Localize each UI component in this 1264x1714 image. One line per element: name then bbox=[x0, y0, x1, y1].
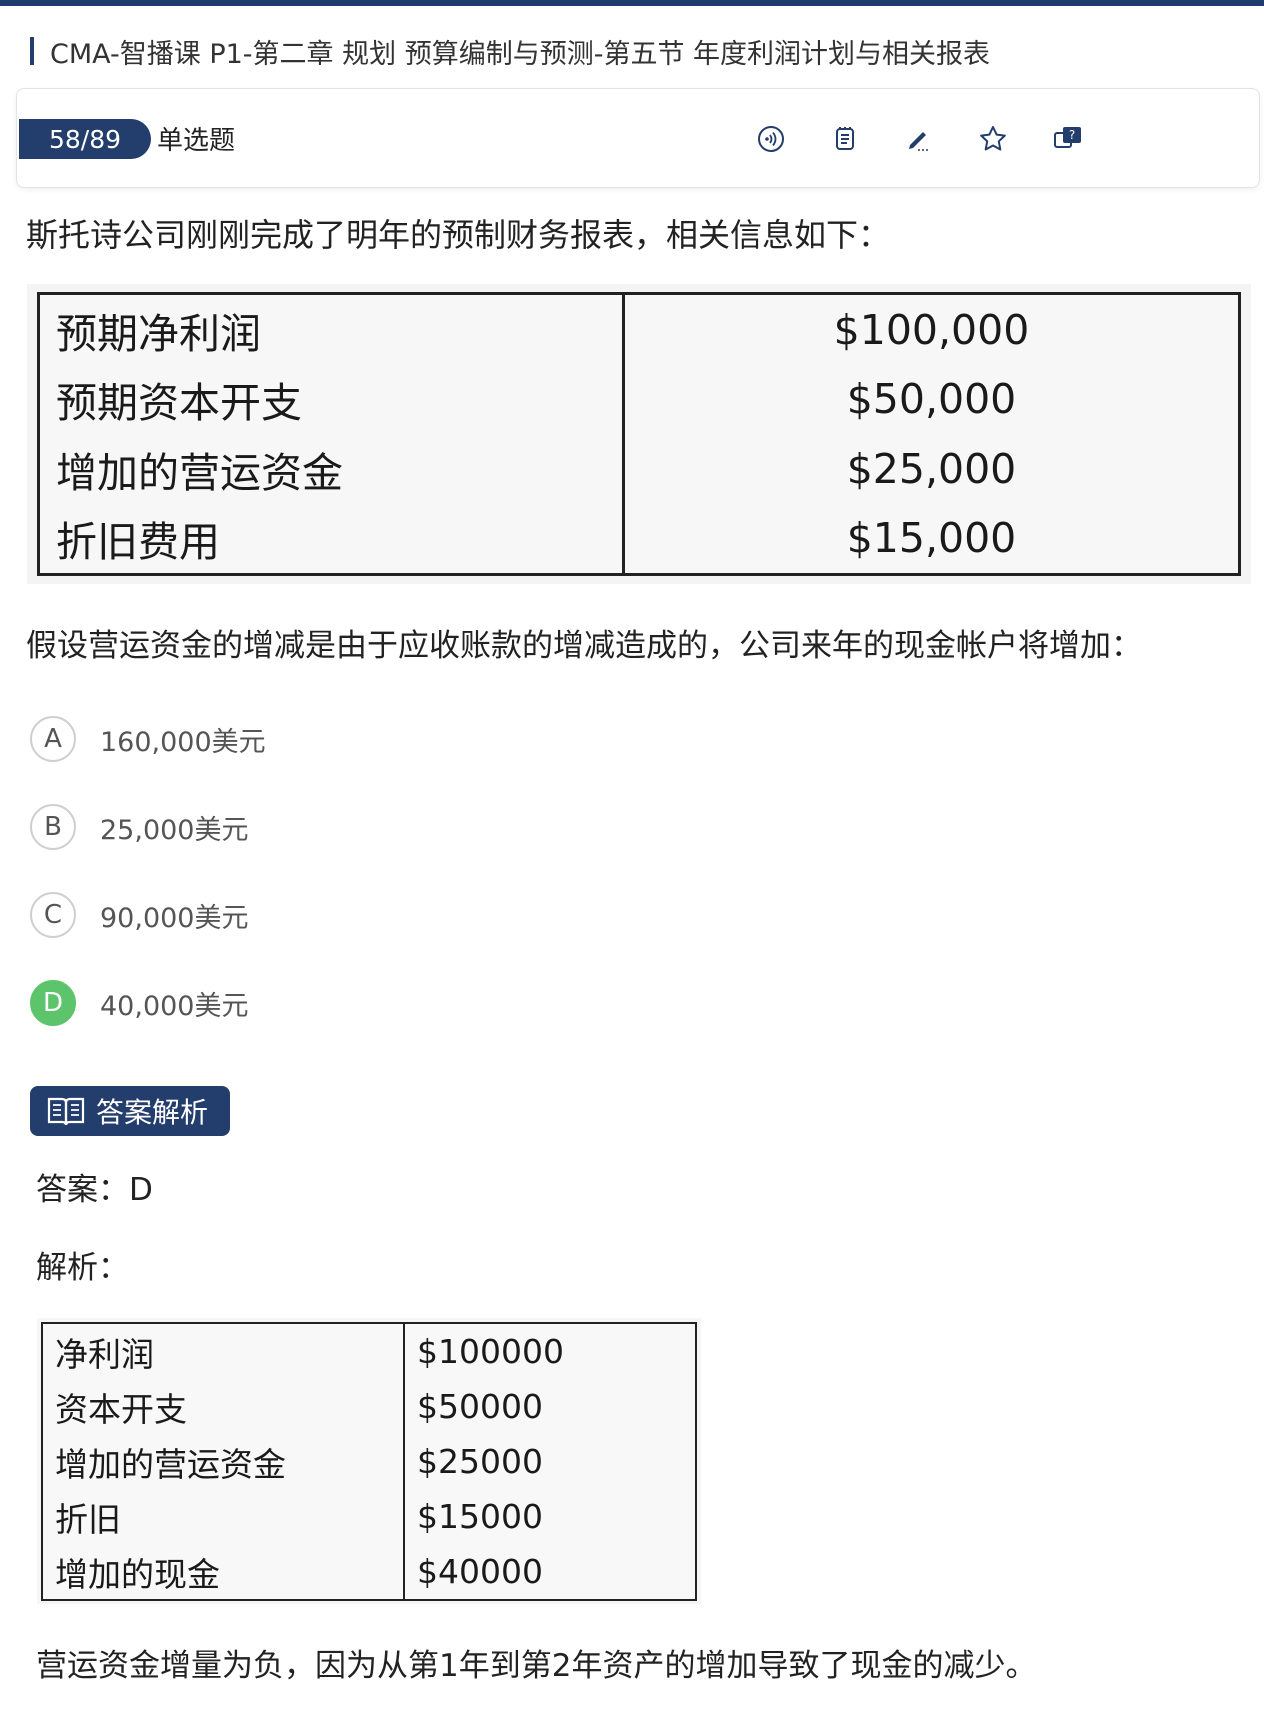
option-d[interactable]: D 40,000美元 bbox=[30, 978, 248, 1028]
table-row: 资本开支 $50000 bbox=[42, 1379, 696, 1434]
explanation-note: 营运资金增量为负，因为从第1年到第2年资产的增加导致了现金的减少。 bbox=[36, 1648, 1037, 1684]
audio-button[interactable] bbox=[751, 119, 791, 159]
table-cell-value: $100,000 bbox=[833, 305, 1030, 354]
option-c[interactable]: C 90,000美元 bbox=[30, 890, 248, 940]
option-text: 160,000美元 bbox=[100, 726, 266, 758]
table-cell-value: $50000 bbox=[417, 1387, 543, 1426]
star-icon bbox=[980, 126, 1006, 151]
question-type: 单选题 bbox=[157, 126, 236, 156]
option-letter: A bbox=[30, 716, 76, 762]
explanation-label: 解析： bbox=[36, 1250, 129, 1286]
table-cell-label: 折旧费用 bbox=[38, 503, 625, 575]
pencil-icon bbox=[909, 132, 928, 151]
table-cell-label: 净利润 bbox=[42, 1323, 405, 1379]
answer-analysis-button[interactable]: 答案解析 bbox=[30, 1086, 230, 1136]
book-icon bbox=[47, 1097, 85, 1126]
table-cell-label: 预期资本开支 bbox=[38, 364, 625, 434]
question-text: 假设营运资金的增减是由于应收账款的增减造成的，公司来年的现金帐户将增加： bbox=[26, 628, 1142, 664]
top-accent-bar bbox=[0, 0, 1264, 6]
table-cell-label: 增加的营运资金 bbox=[42, 1434, 405, 1489]
option-text: 25,000美元 bbox=[100, 814, 249, 846]
table-cell-label: 资本开支 bbox=[42, 1379, 405, 1434]
table-row: 净利润 $100000 bbox=[42, 1323, 696, 1379]
info-table-image: 预期净利润 $100,000 预期资本开支 $50,000 增加的营运资金 $2… bbox=[27, 284, 1251, 584]
favorite-button[interactable] bbox=[973, 119, 1013, 159]
explanation-table-image: 净利润 $100000 资本开支 $50000 增加的营运资金 $25000 折… bbox=[37, 1318, 701, 1604]
option-letter-correct: D bbox=[30, 980, 76, 1026]
question-stem: 斯托诗公司刚刚完成了明年的预制财务报表，相关信息如下： bbox=[26, 216, 891, 254]
table-cell-label: 增加的现金 bbox=[42, 1544, 405, 1600]
table-row: 增加的营运资金 $25,000 bbox=[38, 433, 1240, 504]
table-row: 增加的营运资金 $25000 bbox=[42, 1434, 696, 1489]
table-row: 增加的现金 $40000 bbox=[42, 1544, 696, 1600]
table-cell-value: $50,000 bbox=[846, 375, 1017, 424]
notes-button[interactable] bbox=[825, 119, 865, 159]
table-cell-value: $40000 bbox=[417, 1552, 543, 1591]
svg-text:?: ? bbox=[1069, 128, 1075, 142]
table-cell-label: 增加的营运资金 bbox=[38, 433, 625, 504]
breadcrumb-marker bbox=[30, 37, 34, 65]
question-toolbar: 58/89 单选题 ? bbox=[16, 88, 1260, 188]
table-cell-label: 折旧 bbox=[42, 1489, 405, 1544]
option-a[interactable]: A 160,000美元 bbox=[30, 714, 266, 764]
table-cell-value: $15,000 bbox=[846, 514, 1017, 563]
option-text: 90,000美元 bbox=[100, 902, 249, 934]
option-letter: B bbox=[30, 804, 76, 850]
table-cell-label: 预期净利润 bbox=[38, 293, 625, 365]
question-feedback-button[interactable]: ? bbox=[1047, 119, 1087, 159]
notes-icon bbox=[836, 127, 854, 150]
table-cell-value: $15000 bbox=[417, 1497, 543, 1536]
answer-line: 答案：D bbox=[36, 1172, 153, 1208]
table-cell-value: $25000 bbox=[417, 1442, 543, 1481]
option-b[interactable]: B 25,000美元 bbox=[30, 802, 248, 852]
pencil-button[interactable] bbox=[899, 119, 939, 159]
option-letter: C bbox=[30, 892, 76, 938]
table-row: 预期资本开支 $50,000 bbox=[38, 364, 1240, 434]
table-row: 折旧费用 $15,000 bbox=[38, 503, 1240, 575]
question-feedback-icon: ? bbox=[1054, 127, 1081, 148]
table-cell-value: $100000 bbox=[417, 1332, 564, 1371]
course-title: CMA-智播课 P1-第二章 规划 预算编制与预测-第五节 年度利润计划与相关报… bbox=[50, 38, 991, 70]
table-row: 预期净利润 $100,000 bbox=[38, 293, 1240, 365]
explanation-table: 净利润 $100000 资本开支 $50000 增加的营运资金 $25000 折… bbox=[41, 1322, 697, 1601]
breadcrumb: CMA-智播课 P1-第二章 规划 预算编制与预测-第五节 年度利润计划与相关报… bbox=[30, 34, 991, 70]
option-text: 40,000美元 bbox=[100, 990, 249, 1022]
question-counter: 58/89 bbox=[19, 119, 151, 159]
table-cell-value: $25,000 bbox=[846, 444, 1017, 493]
table-row: 折旧 $15000 bbox=[42, 1489, 696, 1544]
answer-analysis-label: 答案解析 bbox=[96, 1096, 209, 1129]
audio-icon bbox=[758, 126, 784, 152]
info-table: 预期净利润 $100,000 预期资本开支 $50,000 增加的营运资金 $2… bbox=[37, 292, 1241, 576]
